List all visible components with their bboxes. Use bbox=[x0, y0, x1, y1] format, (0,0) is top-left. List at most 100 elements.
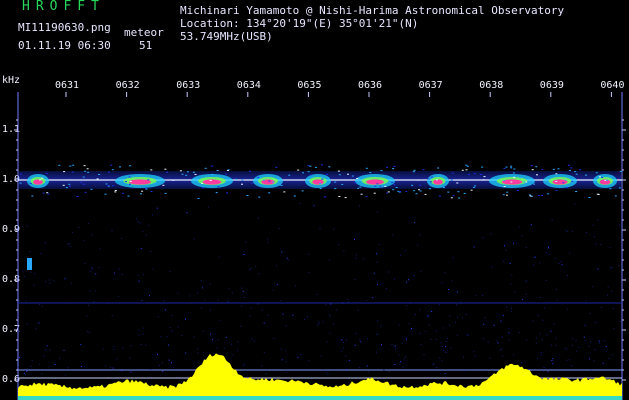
noise-dot bbox=[452, 257, 454, 259]
noise-dot bbox=[140, 344, 142, 345]
signal-speckle bbox=[503, 180, 506, 182]
noise-dot bbox=[242, 290, 244, 292]
noise-dot bbox=[533, 264, 534, 266]
noise-dot bbox=[333, 228, 335, 230]
noise-dot bbox=[585, 300, 587, 302]
signal-speckle bbox=[301, 190, 304, 192]
noise-dot bbox=[197, 348, 199, 350]
signal-speckle bbox=[450, 179, 453, 181]
noise-dot bbox=[241, 287, 243, 289]
noise-dot bbox=[253, 340, 255, 342]
noise-dot bbox=[156, 207, 158, 209]
noise-dot bbox=[561, 264, 563, 266]
noise-dot bbox=[245, 241, 246, 243]
noise-dot bbox=[539, 333, 541, 335]
signal-speckle bbox=[82, 183, 85, 185]
noise-dot bbox=[318, 323, 320, 325]
noise-dot bbox=[505, 249, 507, 251]
noise-dot bbox=[19, 300, 21, 302]
noise-dot bbox=[316, 294, 318, 295]
noise-dot bbox=[71, 282, 73, 284]
noise-dot bbox=[435, 330, 437, 332]
noise-dot bbox=[111, 230, 113, 232]
noise-dot bbox=[150, 250, 152, 252]
signal-speckle bbox=[38, 184, 41, 186]
signal-speckle bbox=[72, 164, 75, 166]
noise-dot bbox=[473, 246, 475, 248]
noise-dot bbox=[333, 323, 335, 325]
signal-speckle bbox=[90, 188, 93, 190]
noise-dot bbox=[228, 302, 230, 303]
noise-dot bbox=[172, 330, 173, 332]
noise-dot bbox=[556, 299, 558, 301]
signal-speckle bbox=[568, 164, 571, 166]
signal-speckle bbox=[145, 187, 148, 189]
signal-speckle bbox=[107, 185, 110, 187]
noise-dot bbox=[242, 365, 244, 367]
noise-dot bbox=[71, 231, 73, 233]
noise-dot bbox=[543, 370, 545, 372]
noise-dot bbox=[348, 359, 350, 361]
noise-dot bbox=[327, 374, 329, 376]
signal-speckle bbox=[162, 184, 165, 186]
noise-dot bbox=[354, 238, 355, 240]
noise-dot bbox=[244, 297, 245, 298]
noise-dot bbox=[572, 230, 573, 232]
noise-dot bbox=[393, 345, 395, 347]
signal-speckle bbox=[209, 180, 212, 181]
noise-dot bbox=[366, 365, 368, 367]
noise-dot bbox=[193, 238, 195, 240]
noise-dot bbox=[297, 356, 299, 358]
signal-speckle bbox=[277, 177, 280, 179]
signal-speckle bbox=[510, 165, 513, 167]
noise-dot bbox=[138, 280, 140, 282]
noise-dot bbox=[121, 274, 123, 275]
signal-speckle bbox=[324, 196, 327, 198]
noise-dot bbox=[572, 345, 573, 347]
noise-dot bbox=[228, 287, 230, 289]
noise-dot bbox=[67, 367, 69, 369]
noise-dot bbox=[285, 325, 287, 327]
noise-dot bbox=[19, 331, 20, 332]
noise-dot bbox=[67, 243, 69, 245]
noise-dot bbox=[138, 334, 140, 336]
signal-speckle bbox=[535, 166, 538, 168]
noise-dot bbox=[284, 349, 286, 351]
noise-dot bbox=[359, 205, 360, 207]
signal-speckle bbox=[321, 178, 324, 180]
noise-dot bbox=[84, 366, 86, 368]
noise-dot bbox=[578, 346, 580, 348]
noise-dot bbox=[537, 314, 539, 316]
noise-dot bbox=[279, 228, 281, 229]
noise-dot bbox=[217, 299, 219, 301]
signal-speckle bbox=[194, 173, 197, 175]
noise-dot bbox=[438, 304, 440, 306]
signal-speckle bbox=[63, 171, 66, 173]
noise-dot bbox=[406, 305, 408, 307]
noise-dot bbox=[611, 354, 613, 356]
signal-speckle bbox=[241, 183, 243, 185]
signal-speckle bbox=[280, 184, 283, 186]
noise-dot bbox=[137, 221, 139, 223]
noise-speckle bbox=[18, 202, 621, 376]
noise-dot bbox=[556, 289, 557, 291]
signal-speckle bbox=[373, 192, 376, 194]
noise-dot bbox=[281, 359, 283, 361]
noise-dot bbox=[441, 360, 443, 362]
noise-dot bbox=[26, 370, 28, 372]
signal-speckle bbox=[328, 166, 331, 168]
noise-dot bbox=[359, 338, 361, 340]
signal-speckle bbox=[145, 188, 148, 190]
noise-dot bbox=[261, 309, 263, 311]
noise-dot bbox=[210, 309, 211, 311]
noise-dot bbox=[78, 227, 80, 229]
noise-dot bbox=[436, 339, 437, 341]
noise-dot bbox=[325, 304, 327, 306]
noise-dot bbox=[160, 336, 162, 338]
noise-dot bbox=[24, 275, 26, 277]
noise-dot bbox=[276, 284, 278, 286]
signal-speckle bbox=[31, 195, 34, 197]
noise-dot bbox=[555, 337, 557, 339]
noise-dot bbox=[496, 340, 498, 342]
signal-speckle bbox=[588, 197, 591, 198]
